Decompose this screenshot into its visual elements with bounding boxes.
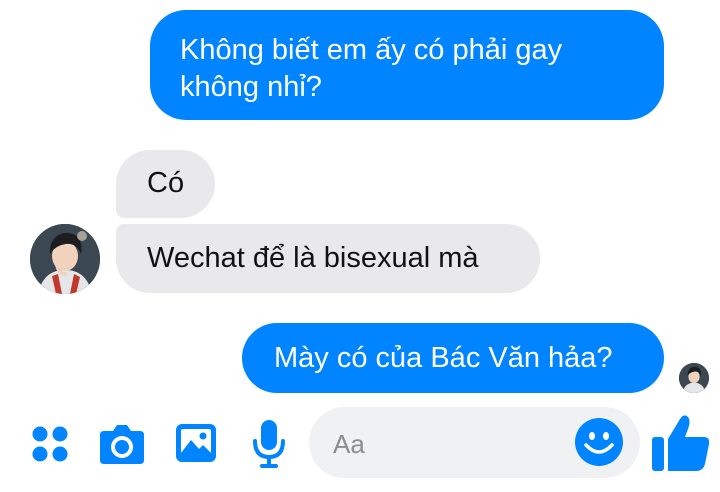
message-input[interactable] xyxy=(331,425,565,463)
emoji-icon[interactable] xyxy=(574,417,624,467)
avatar-image xyxy=(30,224,100,294)
message-text: Có xyxy=(147,167,185,199)
like-icon[interactable] xyxy=(650,413,712,473)
outgoing-message-bubble[interactable]: Mày có của Bác Văn hảa? xyxy=(242,323,664,393)
incoming-message-bubble[interactable]: Có xyxy=(116,150,215,218)
seen-receipt-avatar xyxy=(679,363,709,393)
mic-icon[interactable] xyxy=(251,419,287,469)
apps-icon[interactable] xyxy=(30,424,70,464)
chat-screen: Không biết em ấy có phải gay không nhỉ? … xyxy=(0,0,720,492)
outgoing-message-bubble[interactable]: Không biết em ấy có phải gay không nhỉ? xyxy=(150,10,664,120)
incoming-message-bubble[interactable]: Wechat để là bisexual mà xyxy=(116,224,540,293)
sender-avatar[interactable] xyxy=(30,224,100,294)
message-composer[interactable] xyxy=(309,407,640,478)
message-text: Wechat để là bisexual mà xyxy=(147,242,479,274)
avatar-image xyxy=(679,363,709,393)
message-line: Không biết em ấy có phải gay xyxy=(180,34,563,66)
camera-icon[interactable] xyxy=(98,422,146,466)
message-line: không nhỉ? xyxy=(180,71,322,103)
photo-icon[interactable] xyxy=(174,422,218,464)
message-text: Mày có của Bác Văn hảa? xyxy=(274,342,613,374)
